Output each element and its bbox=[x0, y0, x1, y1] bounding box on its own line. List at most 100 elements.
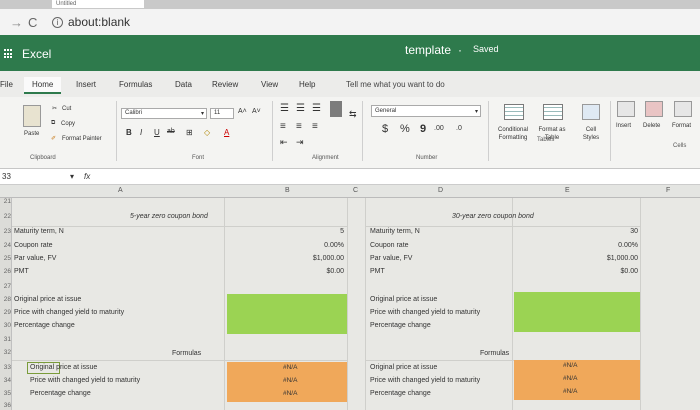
left-price-label-original[interactable]: Original price at issue bbox=[14, 296, 81, 303]
right-formula-na-1[interactable]: #N/A bbox=[563, 362, 577, 369]
column-header-b[interactable]: B bbox=[285, 187, 290, 194]
left-value-pmt[interactable]: $0.00 bbox=[280, 268, 344, 275]
right-price-label-original[interactable]: Original price at issue bbox=[370, 296, 437, 303]
format-painter-icon[interactable]: ✐ bbox=[51, 135, 56, 142]
align-center-icon[interactable]: ≡ bbox=[296, 121, 302, 132]
right-label-coupon[interactable]: Coupon rate bbox=[370, 242, 409, 249]
insert-cells-button[interactable]: Insert bbox=[616, 123, 631, 129]
left-label-pmt[interactable]: PMT bbox=[14, 268, 29, 275]
left-label-maturity[interactable]: Maturity term, N bbox=[14, 228, 64, 235]
left-value-par[interactable]: $1,000.00 bbox=[280, 255, 344, 262]
borders-icon[interactable]: ⊞ bbox=[186, 128, 193, 137]
column-header-e[interactable]: E bbox=[565, 187, 570, 194]
row-number[interactable]: 24 bbox=[0, 242, 11, 249]
right-formula-na-2[interactable]: #N/A bbox=[563, 375, 577, 382]
font-name-select[interactable]: Calibri ▾ bbox=[121, 108, 207, 119]
left-value-maturity[interactable]: 5 bbox=[280, 228, 344, 235]
row-number[interactable]: 31 bbox=[0, 336, 11, 343]
font-color-button[interactable]: A bbox=[224, 128, 229, 137]
right-input-cells[interactable] bbox=[514, 292, 640, 332]
left-input-cells[interactable] bbox=[227, 294, 347, 334]
row-number[interactable]: 36 bbox=[0, 402, 11, 409]
indent-decrease-icon[interactable]: ⇤ bbox=[280, 137, 288, 148]
menu-insert[interactable]: Insert bbox=[76, 80, 96, 89]
format-cells-icon[interactable] bbox=[674, 101, 692, 117]
app-launcher-icon[interactable] bbox=[4, 49, 14, 59]
row-number[interactable]: 27 bbox=[0, 283, 11, 290]
fx-label[interactable]: fx bbox=[84, 172, 90, 181]
fill-color-button[interactable]: ◇ bbox=[204, 128, 210, 137]
right-formula-label-changed[interactable]: Price with changed yield to maturity bbox=[370, 377, 480, 384]
name-box[interactable]: 33 bbox=[2, 172, 11, 181]
percent-button[interactable]: % bbox=[400, 123, 410, 135]
paste-icon[interactable] bbox=[23, 105, 41, 127]
strikethrough-button[interactable]: ab bbox=[167, 128, 175, 135]
right-label-pmt[interactable]: PMT bbox=[370, 268, 385, 275]
align-top-icon[interactable]: ☰ bbox=[280, 103, 289, 114]
menu-view[interactable]: View bbox=[261, 80, 278, 89]
row-number[interactable]: 25 bbox=[0, 255, 11, 262]
row-number[interactable]: 23 bbox=[0, 228, 11, 235]
left-formula-na-1[interactable]: #N/A bbox=[283, 364, 297, 371]
left-label-par[interactable]: Par value, FV bbox=[14, 255, 56, 262]
worksheet-grid[interactable]: 21 22 23 24 25 26 27 28 29 30 31 32 33 3… bbox=[0, 198, 700, 410]
conditional-formatting-button[interactable]: Conditional Formatting bbox=[490, 126, 536, 142]
comma-button[interactable]: 9 bbox=[420, 123, 426, 135]
row-number[interactable]: 34 bbox=[0, 377, 11, 384]
left-value-coupon[interactable]: 0.00% bbox=[280, 242, 344, 249]
info-icon[interactable]: i bbox=[52, 16, 63, 28]
cell-styles-button[interactable]: Cell Styles bbox=[578, 126, 604, 142]
copy-icon[interactable]: ⧉ bbox=[51, 120, 55, 127]
chevron-down-icon[interactable]: ▾ bbox=[70, 172, 74, 181]
row-number[interactable]: 22 bbox=[0, 213, 11, 220]
right-table-title[interactable]: 30-year zero coupon bond bbox=[452, 213, 534, 220]
cut-button[interactable]: Cut bbox=[62, 106, 71, 112]
copy-button[interactable]: Copy bbox=[61, 121, 75, 127]
align-left-icon[interactable]: ≡ bbox=[280, 121, 286, 132]
align-bottom-icon[interactable]: ☰ bbox=[312, 103, 321, 114]
row-number[interactable]: 21 bbox=[0, 198, 11, 205]
conditional-formatting-icon[interactable] bbox=[504, 104, 524, 120]
right-formula-label-original[interactable]: Original price at issue bbox=[370, 364, 437, 371]
column-header-f[interactable]: F bbox=[666, 187, 670, 194]
font-size-select[interactable]: 11 bbox=[210, 108, 234, 119]
row-number[interactable]: 32 bbox=[0, 349, 11, 356]
left-formulas-header[interactable]: Formulas bbox=[172, 350, 201, 357]
row-number[interactable]: 28 bbox=[0, 296, 11, 303]
right-price-label-pct[interactable]: Percentage change bbox=[370, 322, 431, 329]
cell-styles-icon[interactable] bbox=[582, 104, 600, 120]
left-formula-label-changed[interactable]: Price with changed yield to maturity bbox=[30, 377, 140, 384]
format-cells-button[interactable]: Format bbox=[672, 123, 691, 129]
right-formula-label-pct[interactable]: Percentage change bbox=[370, 390, 431, 397]
format-as-table-icon[interactable] bbox=[543, 104, 563, 120]
left-formula-na-2[interactable]: #N/A bbox=[283, 377, 297, 384]
wrap-icon[interactable]: ⇆ bbox=[349, 109, 357, 120]
right-value-par[interactable]: $1,000.00 bbox=[574, 255, 638, 262]
right-value-coupon[interactable]: 0.00% bbox=[574, 242, 638, 249]
row-number[interactable]: 26 bbox=[0, 268, 11, 275]
left-table-title[interactable]: 5-year zero coupon bond bbox=[130, 213, 208, 220]
url-text[interactable]: about:blank bbox=[68, 15, 130, 29]
align-right-icon[interactable]: ≡ bbox=[312, 121, 318, 132]
paste-button[interactable]: Paste bbox=[24, 131, 39, 137]
browser-tab[interactable]: Untitled bbox=[52, 0, 144, 8]
grow-font-button[interactable]: A˄ bbox=[238, 108, 247, 115]
left-label-coupon[interactable]: Coupon rate bbox=[14, 242, 53, 249]
menu-home[interactable]: Home bbox=[24, 77, 62, 94]
bold-button[interactable]: B bbox=[126, 128, 132, 137]
document-title[interactable]: template bbox=[405, 43, 451, 57]
number-format-select[interactable]: General ▾ bbox=[371, 105, 481, 117]
row-number[interactable]: 30 bbox=[0, 322, 11, 329]
wrap-text-icon[interactable] bbox=[330, 101, 342, 117]
reload-icon[interactable]: C bbox=[28, 15, 42, 30]
increase-decimal-button[interactable]: .00 bbox=[434, 125, 444, 132]
underline-button[interactable]: U bbox=[154, 128, 160, 137]
left-formula-label-pct[interactable]: Percentage change bbox=[30, 390, 91, 397]
format-painter-button[interactable]: Format Painter bbox=[62, 136, 102, 142]
app-name[interactable]: Excel bbox=[22, 47, 51, 61]
column-header-d[interactable]: D bbox=[438, 187, 443, 194]
right-value-maturity[interactable]: 30 bbox=[574, 228, 638, 235]
delete-cells-button[interactable]: Delete bbox=[643, 123, 660, 129]
left-price-label-pct[interactable]: Percentage change bbox=[14, 322, 75, 329]
formula-input[interactable] bbox=[100, 171, 696, 183]
